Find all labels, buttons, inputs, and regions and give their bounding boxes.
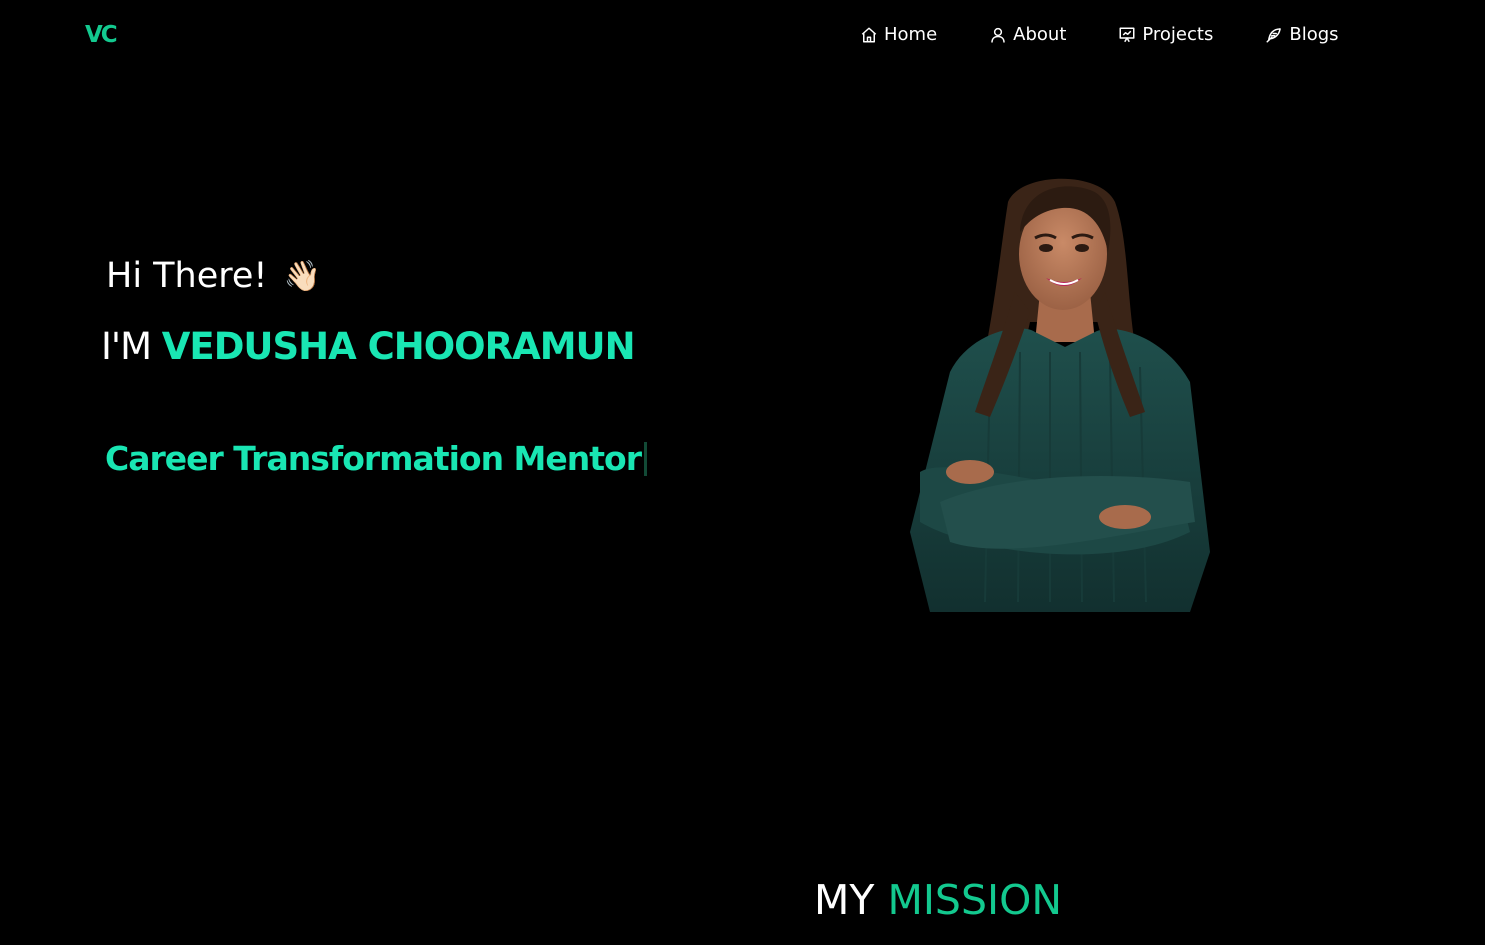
mission-heading: MY MISSION [814,876,1062,924]
nav-item-about[interactable]: About [989,24,1066,45]
mission-word-my: MY [814,876,875,924]
nav-projects-label: Projects [1142,24,1214,45]
presentation-icon [1118,26,1136,44]
hero-name: VEDUSHA CHOORAMUN [161,325,636,368]
nav-item-blogs[interactable]: Blogs [1265,24,1339,45]
mission-word-mission: MISSION [887,876,1063,924]
waving-hand-icon: 👋🏻 [283,258,321,294]
typing-cursor [643,441,647,476]
nav-home-label: Home [884,24,938,45]
house-icon [860,26,878,44]
nav-item-home[interactable]: Home [860,24,937,45]
main-nav: Home About Projects Blogs [860,24,1391,45]
hero-intro: I'M VEDUSHA CHOORAMUN [101,325,636,368]
greeting-text: Hi There! [106,256,268,296]
page: VC Home About Projects Blogs Hi There! 👋… [0,0,1485,945]
site-logo[interactable]: VC [85,22,118,48]
portrait-photo [890,172,1230,627]
nav-item-projects[interactable]: Projects [1118,24,1213,45]
nav-blogs-label: Blogs [1289,24,1339,45]
nav-about-label: About [1013,24,1067,45]
hero-greeting: Hi There! 👋🏻 [106,256,321,296]
user-icon [989,26,1007,44]
typewriter-role: Career Transformation Mentor [105,439,647,478]
intro-prefix: I'M [101,325,152,368]
role-text: Career Transformation Mentor [105,439,642,478]
feather-icon [1265,26,1283,44]
